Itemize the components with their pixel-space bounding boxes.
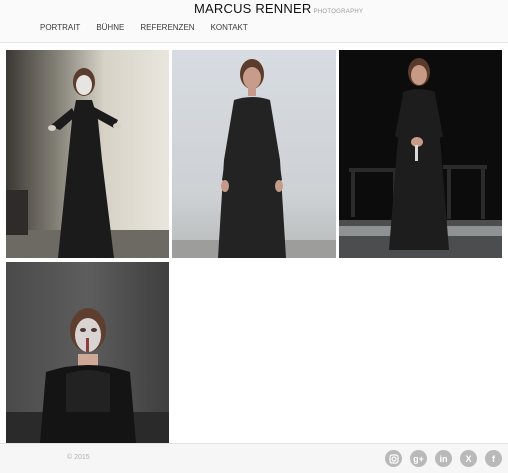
photo-actress-closeup (6, 262, 169, 443)
brand-name: MARCUS RENNER (194, 1, 312, 16)
site-footer: © 2015 g+ in X f (0, 443, 508, 473)
xing-icon[interactable]: X (460, 450, 477, 467)
site-header: MARCUS RENNER PHOTOGRAPHY PORTRAIT BÜHNE … (0, 0, 508, 43)
facebook-icon[interactable]: f (485, 450, 502, 467)
copyright-text: © 2015 (67, 454, 90, 461)
photo-actress-standing (172, 50, 336, 258)
gallery-photo-4[interactable] (6, 262, 169, 443)
linkedin-icon[interactable]: in (435, 450, 452, 467)
social-links: g+ in X f (385, 450, 508, 467)
photo-actress-with-knife (339, 50, 502, 258)
nav-item-kontakt[interactable]: KONTAKT (211, 23, 248, 32)
brand-tagline: PHOTOGRAPHY (313, 9, 364, 15)
nav-item-referenzen[interactable]: REFERENZEN (140, 23, 194, 32)
gallery-photo-1[interactable] (6, 50, 169, 258)
gallery-photo-3[interactable] (339, 50, 502, 258)
nav-item-portrait[interactable]: PORTRAIT (40, 23, 80, 32)
site-brand[interactable]: MARCUS RENNER PHOTOGRAPHY (194, 0, 363, 18)
main-nav: PORTRAIT BÜHNE REFERENZEN KONTAKT (40, 23, 264, 32)
google-plus-icon[interactable]: g+ (410, 450, 427, 467)
gallery-photo-2[interactable] (172, 50, 336, 258)
photo-actress-outstretched-arm (6, 50, 169, 258)
instagram-icon[interactable] (385, 450, 402, 467)
nav-item-buehne[interactable]: BÜHNE (96, 23, 124, 32)
